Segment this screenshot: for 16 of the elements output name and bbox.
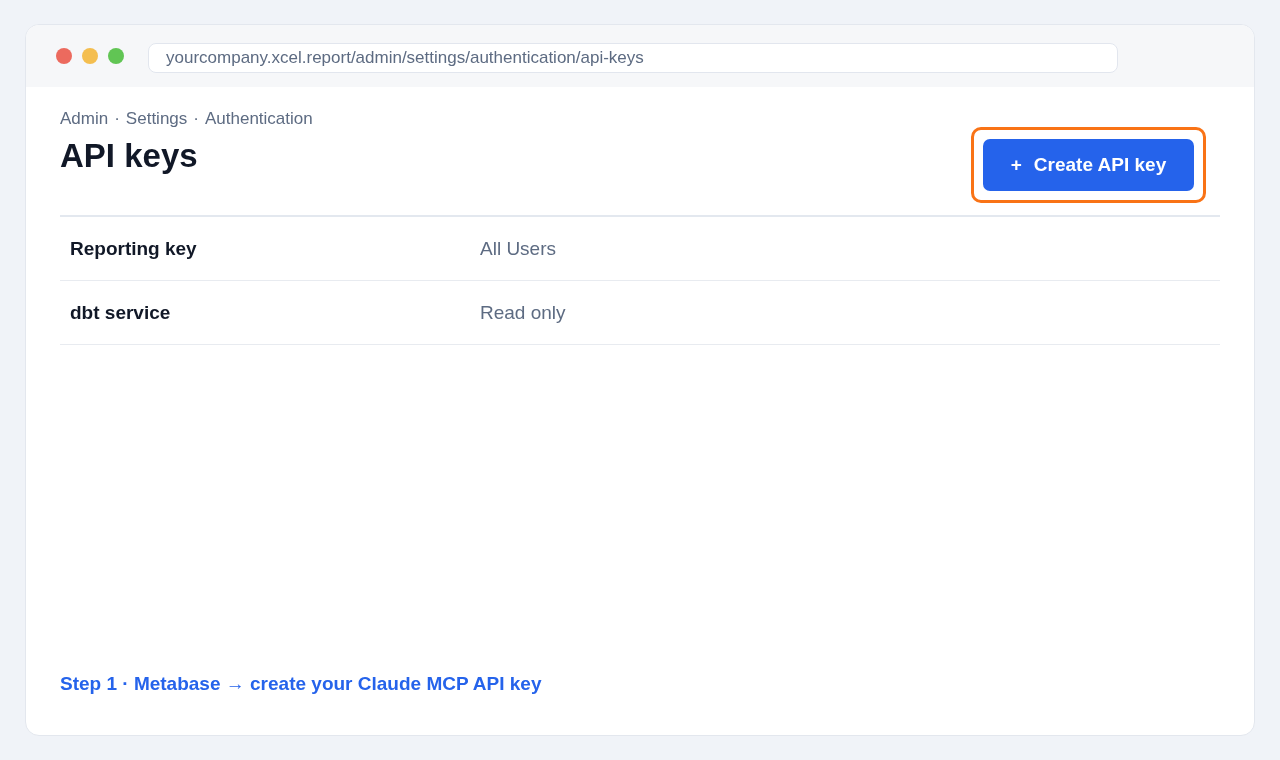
window-control-icon[interactable] — [56, 48, 72, 64]
key-scope: Read only — [480, 301, 566, 324]
window-control-icon[interactable] — [82, 48, 98, 64]
key-name: Reporting key — [70, 237, 198, 260]
key-name: dbt service — [70, 301, 172, 324]
breadcrumb-item[interactable]: Authentication — [204, 109, 313, 129]
page-title: API keys — [60, 137, 199, 175]
create-api-key-button[interactable]: + Create API key — [983, 139, 1194, 191]
breadcrumb-separator: · — [193, 109, 199, 129]
address-bar[interactable]: yourcompany.xcel.report/admin/settings/authentication/api-keys — [148, 43, 1118, 73]
breadcrumb-item[interactable]: Admin — [60, 109, 109, 129]
breadcrumb-item[interactable]: Settings — [125, 109, 188, 129]
window-control-icon[interactable] — [108, 48, 124, 64]
key-scope: All Users — [480, 237, 556, 260]
breadcrumb-separator: · — [114, 109, 120, 129]
step-caption: Step 1 · Metabase → create your Claude MCP API key — [60, 673, 542, 695]
